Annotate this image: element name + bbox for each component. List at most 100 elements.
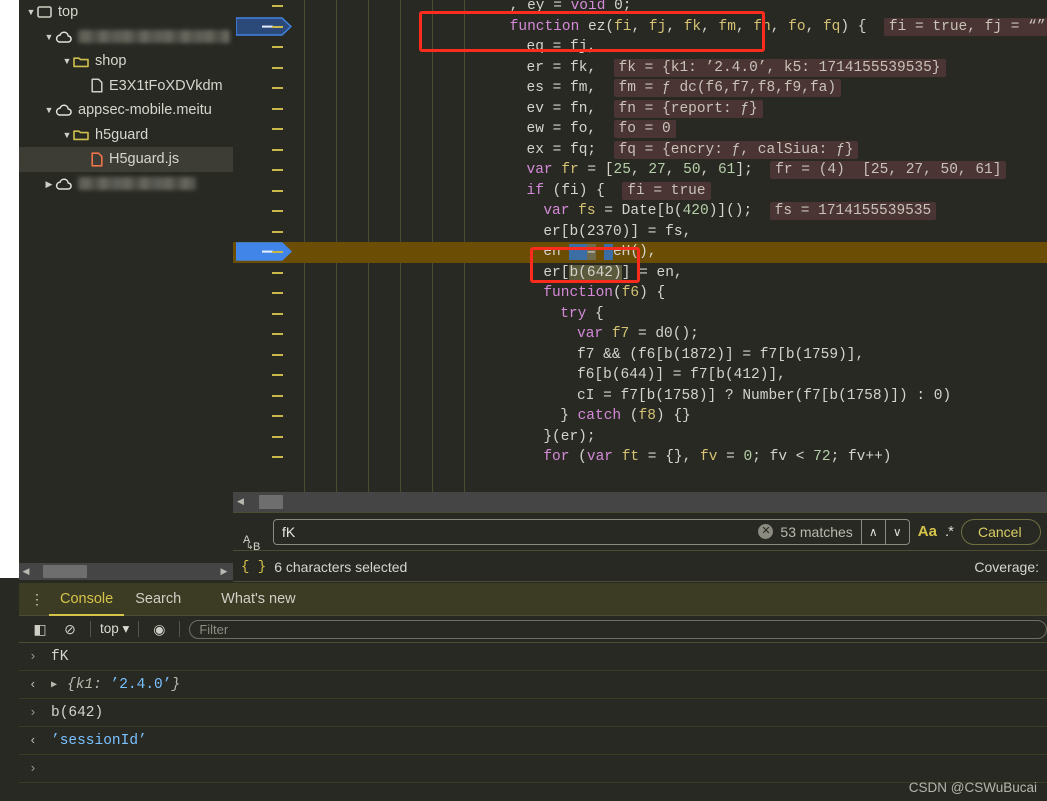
code-line-text: er = fk, fk = {k1: ’2.4.0’, k5: 17141555… xyxy=(527,58,946,79)
regex-button[interactable]: .* xyxy=(945,523,954,540)
file-navigator[interactable]: top shop E3X1tFoXDVkdm appsec-mobile.meitu h… xyxy=(19,0,233,555)
scrollbar-thumb[interactable] xyxy=(43,565,87,578)
next-match-button[interactable]: ∨ xyxy=(884,519,909,544)
clear-console-icon[interactable]: ⊘ xyxy=(55,621,85,638)
chevron-right-icon[interactable] xyxy=(43,172,55,197)
code-line[interactable]: function ez(fi, fj, fk, fm, fn, fo, fq) … xyxy=(233,16,1047,38)
code-line[interactable]: var f7 = d0(); xyxy=(233,324,1047,345)
code-token: 72 xyxy=(813,449,831,465)
code-line[interactable]: ew = fo, fo = 0 xyxy=(233,119,1047,140)
code-line[interactable]: }(er); xyxy=(233,427,1047,448)
cloud-icon xyxy=(55,31,72,43)
drawer-tab-search[interactable]: Search xyxy=(124,583,192,616)
frame-icon xyxy=(37,6,52,19)
devtools-window: top shop E3X1tFoXDVkdm appsec-mobile.meitu h… xyxy=(0,0,1047,801)
code-line[interactable]: cI = f7[b(1758)] ? Number(f7[b(1758)]) :… xyxy=(233,386,1047,407)
code-token: fr xyxy=(561,162,579,178)
console-output-row[interactable]: ‹ ▶ {k1: ’2.4.0’} xyxy=(19,671,1047,699)
drawer-tab-what-s-new[interactable]: What's new xyxy=(210,583,307,616)
code-line-text: function ez(fi, fj, fk, fm, fn, fo, fq) … xyxy=(510,17,1047,38)
match-case-button[interactable]: Aa xyxy=(918,523,937,540)
code-line[interactable]: f7 && (f6[b(1872)] = f7[b(1759)], xyxy=(233,345,1047,366)
console-prompt-row[interactable]: › xyxy=(19,755,1047,783)
code-token: )](); xyxy=(708,203,770,219)
search-input-wrapper[interactable]: fK ✕ 53 matches ∧ ∨ xyxy=(273,518,910,545)
code-line[interactable]: er[b(642)] = en, xyxy=(233,263,1047,284)
code-line[interactable]: er[b(2370)] = fs, xyxy=(233,222,1047,243)
scroll-right-arrow-icon[interactable]: ▶ xyxy=(217,566,231,577)
code-line[interactable]: ev = fn, fn = {report: ƒ} xyxy=(233,99,1047,120)
scroll-left-arrow-icon[interactable]: ◀ xyxy=(19,566,33,577)
tree-item[interactable]: appsec-mobile.meitu xyxy=(19,98,233,123)
expand-object-icon[interactable]: ▶ xyxy=(51,679,67,691)
format-braces-icon[interactable]: { } xyxy=(241,559,266,575)
code-horizontal-scrollbar[interactable]: ◀ xyxy=(233,492,1047,512)
chevron-down-icon[interactable] xyxy=(61,123,73,148)
console-message-list[interactable]: › fK ‹ ▶ {k1: ’2.4.0’} › b(642) ‹ ’sessionId’ › xyxy=(19,643,1047,783)
chevron-down-icon[interactable] xyxy=(25,0,37,25)
line-number-redacted xyxy=(272,312,283,315)
code-line-text: eq = fj, xyxy=(527,37,597,58)
tree-item[interactable]: H5guard.js xyxy=(19,147,233,172)
breakpoint-marker[interactable] xyxy=(236,242,292,261)
console-row-text: fK xyxy=(51,649,68,665)
code-token: fs = 1714155539535 xyxy=(769,202,937,220)
source-code-viewer[interactable]: , ey = void 0; function ez(fi, fj, fk, fm… xyxy=(233,0,1047,492)
drawer-tab-console[interactable]: Console xyxy=(49,583,125,616)
navigator-horizontal-scrollbar[interactable]: ◀ ▶ xyxy=(19,563,233,580)
code-line[interactable]: } catch (f8) {} xyxy=(233,406,1047,427)
js-file-icon xyxy=(91,152,103,167)
line-number-redacted xyxy=(272,189,283,192)
prev-match-button[interactable]: ∧ xyxy=(860,519,885,544)
code-token: f6 xyxy=(621,285,640,301)
search-ab-b: B xyxy=(253,540,261,553)
code-line[interactable]: function(f6) { xyxy=(233,283,1047,304)
chevron-down-icon[interactable] xyxy=(43,25,55,50)
tree-item[interactable]: h5guard xyxy=(19,123,233,148)
code-token: ] = en, xyxy=(621,264,683,281)
console-input-row[interactable]: › fK xyxy=(19,643,1047,671)
code-search-bar[interactable]: A ↳ B fK ✕ 53 matches ∧ ∨ Aa .* Cancel xyxy=(233,512,1047,553)
code-line[interactable]: eq = fj, xyxy=(233,37,1047,58)
tree-item[interactable] xyxy=(19,25,233,50)
execution-context-selector[interactable]: top ▾ xyxy=(96,621,133,637)
search-input[interactable]: fK xyxy=(282,524,758,540)
tree-item[interactable]: E3X1tFoXDVkdm xyxy=(19,74,233,99)
tree-item[interactable] xyxy=(19,172,233,197)
code-line[interactable]: for (var ft = {}, fv = 0; fv < 72; fv++) xyxy=(233,447,1047,468)
tree-item[interactable]: shop xyxy=(19,49,233,74)
toggle-sidebar-icon[interactable]: ◧ xyxy=(25,621,55,638)
cancel-search-button[interactable]: Cancel xyxy=(961,518,1041,545)
console-filter-input[interactable]: Filter xyxy=(189,619,1047,639)
live-expression-eye-icon[interactable]: ◉ xyxy=(144,621,174,638)
code-scrollbar-thumb[interactable] xyxy=(259,495,283,509)
line-number-redacted xyxy=(272,128,283,130)
code-line[interactable]: ex = fq; fq = {encry: ƒ, calSiua: ƒ} xyxy=(233,140,1047,161)
console-input-row[interactable]: › b(642) xyxy=(19,699,1047,727)
drawer-tab-strip[interactable]: ⋮ Console Search What's new xyxy=(19,583,1047,616)
code-scroll-left-arrow-icon[interactable]: ◀ xyxy=(237,496,244,507)
code-line[interactable]: , ey = void 0; xyxy=(233,0,1047,17)
chevron-down-icon[interactable] xyxy=(61,49,73,74)
breakpoint-marker[interactable] xyxy=(236,16,292,36)
tree-item[interactable]: top xyxy=(19,0,233,25)
code-line[interactable]: var fs = Date[b(420)](); fs = 1714155539… xyxy=(233,201,1047,222)
code-line[interactable]: er = fk, fk = {k1: ’2.4.0’, k5: 17141555… xyxy=(233,58,1047,79)
code-line-highlighted[interactable]: en fK= DeH(), xyxy=(233,242,1047,263)
clear-search-icon[interactable]: ✕ xyxy=(758,524,774,539)
console-toolbar[interactable]: ◧ ⊘ top ▾ ◉ Filter xyxy=(19,616,1047,643)
code-line[interactable]: var fr = [25, 27, 50, 61]; fr = (4) [25,… xyxy=(233,160,1047,181)
code-token: , xyxy=(770,18,789,35)
more-options-icon[interactable]: ⋮ xyxy=(25,592,49,606)
code-line[interactable]: es = fm, fm = ƒ dc(f6,f7,f8,f9,fa) xyxy=(233,78,1047,99)
code-token: = xyxy=(553,0,562,14)
code-token: if xyxy=(526,182,544,199)
chevron-down-icon[interactable] xyxy=(43,98,55,123)
code-line[interactable]: if (fi) { fi = true xyxy=(233,181,1047,202)
prompt-arrow-icon: › xyxy=(29,649,37,664)
code-token: ; fv++) xyxy=(830,449,892,465)
console-token: {k1: xyxy=(67,676,111,693)
code-line[interactable]: try { xyxy=(233,304,1047,325)
console-output-row[interactable]: ‹ ’sessionId’ xyxy=(19,727,1047,755)
code-line[interactable]: f6[b(644)] = f7[b(412)], xyxy=(233,365,1047,386)
